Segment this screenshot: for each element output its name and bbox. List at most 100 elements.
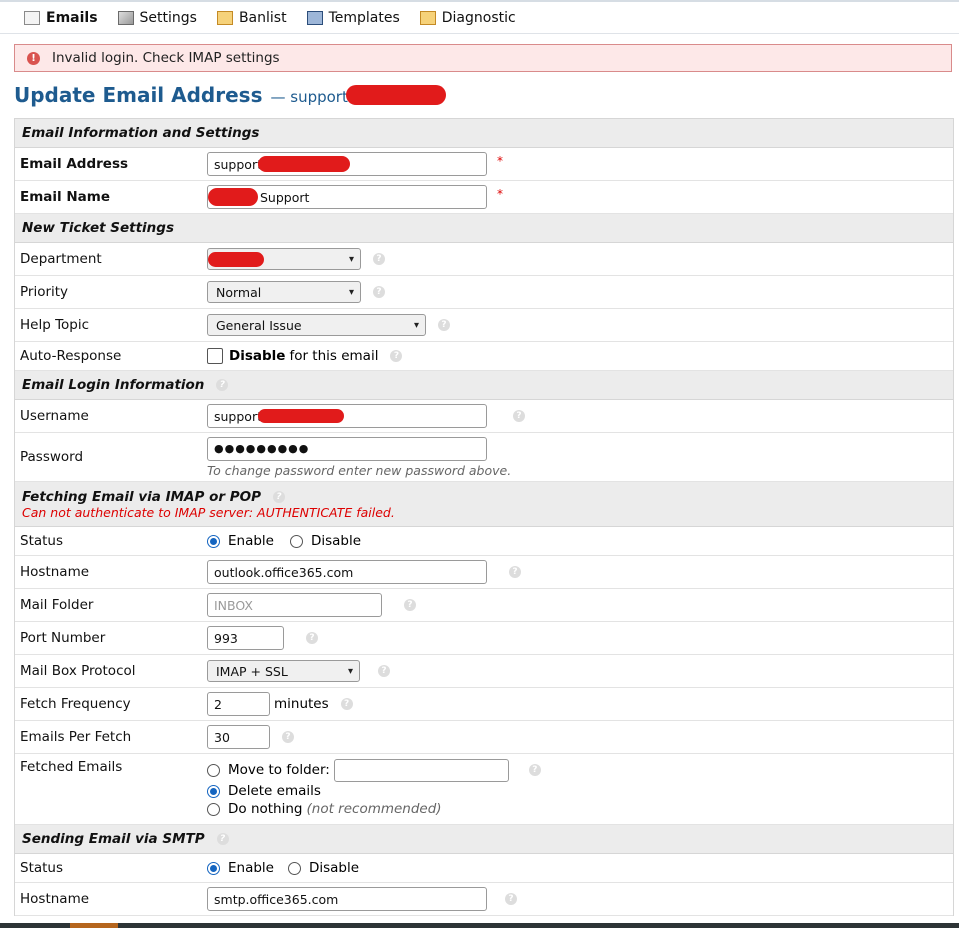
help-icon[interactable]: ? (513, 410, 525, 422)
hostname-input[interactable]: outlook.office365.com (207, 560, 487, 584)
username-label: Username (20, 408, 89, 424)
do-nothing-label: Do nothing (228, 801, 303, 817)
help-icon[interactable]: ? (404, 599, 416, 611)
help-icon[interactable]: ? (306, 632, 318, 644)
move-to-folder-radio[interactable] (207, 763, 220, 777)
mail-folder-label: Mail Folder (20, 597, 94, 613)
mail-folder-input[interactable]: INBOX (207, 593, 382, 617)
move-to-folder-option[interactable]: Move to folder: (207, 762, 330, 778)
password-hint: To change password enter new password ab… (207, 462, 512, 478)
nav-emails-label: Emails (46, 9, 98, 26)
hostname-label: Hostname (20, 564, 90, 580)
fetch-enable-option[interactable]: Enable (207, 533, 274, 549)
port-value: 993 (214, 630, 238, 646)
nav-templates-label: Templates (328, 9, 400, 26)
smtp-status-label: Status (20, 860, 64, 876)
smtp-enable-radio[interactable] (207, 861, 220, 875)
required-mark: * (497, 187, 503, 201)
top-nav: Emails Settings Banlist Templates Diagno… (0, 0, 959, 34)
section-new-ticket: New Ticket Settings (15, 214, 953, 243)
do-nothing-option[interactable]: Do nothing (not recommended) (207, 800, 442, 818)
auto-response-label: Auto-Response (20, 348, 122, 364)
redaction-mark (345, 85, 446, 105)
protocol-value: IMAP + SSL (216, 663, 288, 679)
taskbar-active-item (70, 923, 118, 928)
section-email-info: Email Information and Settings (15, 119, 953, 148)
help-icon[interactable]: ? (528, 764, 541, 776)
frequency-unit: minutes (274, 696, 329, 712)
help-icon[interactable]: ? (509, 566, 521, 578)
smtp-disable-radio[interactable] (287, 861, 301, 875)
fetch-disable-label: Disable (310, 533, 362, 549)
delete-emails-option[interactable]: Delete emails (207, 782, 321, 800)
password-input[interactable]: ●●●●●●●●● (207, 436, 487, 461)
help-icon[interactable]: ? (373, 253, 385, 265)
row-auto-response: Auto-Response Disable for this email ? (15, 342, 953, 371)
section-smtp: Sending Email via SMTP ? (15, 825, 953, 854)
hostname-value: outlook.office365.com (214, 564, 354, 580)
required-mark: * (497, 154, 503, 168)
section-email-info-title: Email Information and Settings (22, 125, 260, 141)
row-username: Username support ? (15, 400, 953, 433)
fetch-enable-radio[interactable] (207, 534, 220, 548)
page-title-sub: — support (270, 88, 348, 106)
nav-banlist-label: Banlist (238, 9, 287, 26)
smtp-disable-option[interactable]: Disable (287, 860, 359, 876)
do-nothing-radio[interactable] (207, 802, 220, 816)
nav-emails[interactable]: Emails (24, 10, 98, 26)
smtp-hostname-input[interactable]: smtp.office365.com (207, 887, 487, 911)
error-alert: ! Invalid login. Check IMAP settings (14, 44, 952, 72)
frequency-input[interactable]: 2 (207, 692, 270, 716)
move-to-folder-input[interactable] (333, 758, 509, 782)
priority-select[interactable]: Normal ▾ (207, 281, 361, 303)
nav-settings[interactable]: Settings (117, 10, 197, 26)
email-name-label: Email Name (20, 189, 110, 205)
row-email-address: Email Address support * (15, 148, 953, 181)
help-icon[interactable]: ? (378, 665, 390, 677)
fetch-disable-radio[interactable] (289, 534, 303, 548)
nav-diagnostic[interactable]: Diagnostic (419, 10, 516, 26)
port-input[interactable]: 993 (207, 626, 284, 650)
help-icon[interactable]: ? (216, 379, 229, 391)
section-smtp-title: Sending Email via SMTP (22, 831, 205, 847)
fetched-emails-label: Fetched Emails (20, 759, 123, 775)
smtp-enable-label: Enable (228, 860, 274, 876)
smtp-hostname-value: smtp.office365.com (214, 891, 339, 907)
mail-folder-placeholder: INBOX (214, 597, 253, 613)
alert-text: Invalid login. Check IMAP settings (52, 50, 280, 66)
email-address-input[interactable]: support (207, 152, 487, 176)
auto-response-checkbox[interactable] (207, 348, 223, 364)
help-icon[interactable]: ? (438, 319, 450, 331)
chevron-down-icon: ▾ (347, 665, 353, 677)
username-input[interactable]: support (207, 404, 487, 428)
auto-response-option-bold: Disable (229, 348, 286, 364)
row-priority: Priority Normal ▾ ? (15, 276, 953, 309)
email-form: Email Information and Settings Email Add… (14, 118, 954, 916)
row-protocol: Mail Box Protocol IMAP + SSL ▾ ? (15, 655, 953, 688)
frequency-value: 2 (214, 696, 222, 712)
mail-icon (24, 10, 40, 25)
protocol-select[interactable]: IMAP + SSL ▾ (207, 660, 360, 682)
nav-templates[interactable]: Templates (306, 9, 400, 26)
help-topic-select[interactable]: General Issue ▾ (207, 314, 426, 336)
help-icon[interactable]: ? (505, 893, 517, 905)
smtp-enable-option[interactable]: Enable (207, 860, 274, 876)
redaction-mark (208, 188, 258, 206)
row-department: Department ▾ ? (15, 243, 953, 276)
email-name-input[interactable]: Support (207, 185, 487, 209)
email-address-value: support (214, 156, 262, 172)
per-fetch-input[interactable]: 30 (207, 725, 270, 749)
fetch-disable-option[interactable]: Disable (289, 533, 362, 549)
templates-icon (306, 10, 323, 25)
help-icon[interactable]: ? (340, 698, 353, 710)
section-fetching-title: Fetching Email via IMAP or POP (22, 488, 261, 505)
department-select[interactable]: ▾ (207, 248, 361, 270)
per-fetch-value: 30 (214, 729, 230, 745)
help-icon[interactable]: ? (282, 731, 294, 743)
help-icon[interactable]: ? (216, 833, 229, 845)
help-icon[interactable]: ? (373, 286, 385, 298)
help-icon[interactable]: ? (390, 350, 403, 362)
help-icon[interactable]: ? (273, 490, 285, 503)
delete-emails-radio[interactable] (207, 784, 220, 798)
nav-banlist[interactable]: Banlist (216, 9, 287, 26)
